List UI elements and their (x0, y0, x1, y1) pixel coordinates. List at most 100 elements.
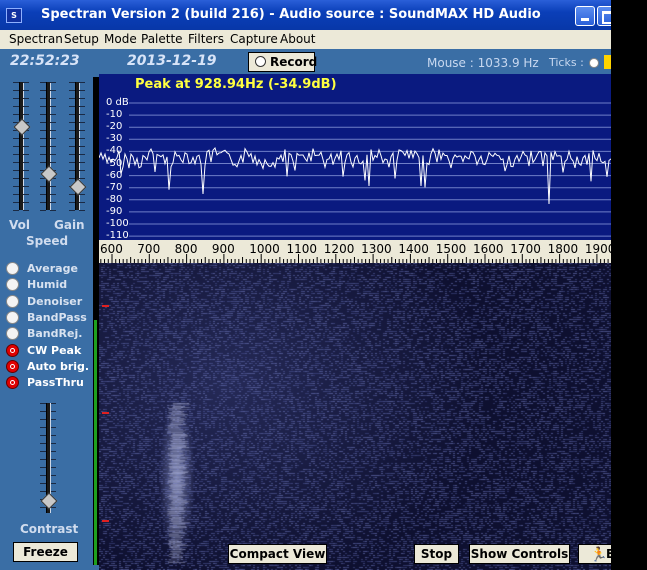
option-radio-icon (6, 294, 19, 308)
slider-tick (40, 138, 46, 139)
slider-tick (69, 122, 75, 123)
frequency-label: 1800 (547, 242, 579, 256)
slider-tick (50, 98, 56, 99)
frequency-label: 900 (211, 242, 235, 256)
slider-tick (23, 146, 29, 147)
slider-tick (69, 146, 75, 147)
slider-tick (50, 202, 56, 203)
slider-tick (50, 146, 56, 147)
compact-view-button[interactable]: Compact View (228, 544, 327, 564)
spectrum-plot[interactable] (99, 74, 611, 242)
waterfall-display[interactable] (99, 263, 611, 570)
frequency-label: 600 (100, 242, 123, 256)
slider-tick (40, 210, 46, 211)
slider-tick (69, 210, 75, 211)
slider-tick (40, 82, 46, 83)
frequency-label: 1500 (435, 242, 467, 256)
db-label: -50 (106, 157, 123, 169)
slider-tick (79, 178, 85, 179)
frequency-label: 1200 (323, 242, 355, 256)
mouse-readout: Mouse : 1033.9 Hz (427, 56, 539, 70)
slider-tick (13, 162, 19, 163)
menu-setup[interactable]: Setup (64, 32, 99, 46)
option-label: PassThru (27, 376, 84, 390)
slider-tick (50, 82, 56, 83)
slider-tick (69, 154, 75, 155)
option-radio-icon (6, 278, 19, 292)
frequency-label: 1300 (361, 242, 392, 256)
slider-tick (40, 122, 46, 123)
slider-tick (40, 114, 46, 115)
slider-tick (50, 186, 56, 187)
minimize-button[interactable] (575, 6, 595, 26)
slider-tick (40, 186, 46, 187)
slider-tick (23, 114, 29, 115)
slider-tick (50, 154, 56, 155)
slider-tick (23, 98, 29, 99)
window-title: Spectran Version 2 (build 216) - Audio s… (41, 7, 541, 22)
menu-spectran[interactable]: Spectran (9, 32, 63, 46)
slider-tick (13, 98, 19, 99)
db-label: -40 (106, 145, 123, 157)
slider-tick (79, 170, 85, 171)
peak-readout: Peak at 928.94Hz (-34.9dB) (135, 77, 337, 92)
db-label: -90 (106, 205, 123, 217)
gain-label: Gain (54, 218, 85, 232)
menu-palette[interactable]: Palette (141, 32, 183, 46)
ticks-radio[interactable] (589, 58, 599, 68)
db-label: -100 (106, 218, 129, 229)
record-button[interactable]: Record (248, 52, 317, 72)
show-controls-button[interactable]: Show Controls (469, 544, 570, 564)
spectran-app-icon[interactable]: S (6, 8, 22, 23)
ticks-indicator (604, 55, 611, 69)
desktop-background (611, 0, 647, 570)
slider-tick (23, 106, 29, 107)
slider-tick (79, 154, 85, 155)
frequency-label: 1000 (249, 242, 280, 256)
db-label: -20 (106, 121, 123, 133)
menu-capture[interactable]: Capture (230, 32, 278, 46)
slider-tick (50, 210, 56, 211)
freeze-button[interactable]: Freeze (13, 542, 78, 562)
slider-tick (50, 90, 56, 91)
slider-tick (69, 162, 75, 163)
slider-tick (13, 106, 19, 107)
db-label: -70 (106, 181, 123, 193)
ticks-label: Ticks : (549, 56, 584, 69)
slider-tick (23, 178, 29, 179)
slider-tick (79, 122, 85, 123)
time-marker (102, 520, 109, 522)
slider-tick (40, 90, 46, 91)
record-circle-icon (255, 56, 266, 67)
slider-tick (13, 154, 19, 155)
frequency-label: 1700 (510, 242, 541, 256)
menu-filters[interactable]: Filters (188, 32, 224, 46)
slider-tick (23, 170, 29, 171)
slider-tick (79, 138, 85, 139)
slider-tick (50, 194, 56, 195)
contrast-label: Contrast (20, 522, 79, 536)
maximize-button[interactable] (597, 6, 611, 26)
stop-button[interactable]: Stop (414, 544, 459, 564)
option-label: Humid (27, 278, 68, 292)
frequency-label: 1900 (584, 242, 611, 256)
level-meter (94, 320, 97, 565)
time-marker (102, 412, 109, 414)
slider-tick (50, 114, 56, 115)
slider-tick (50, 162, 56, 163)
slider-tick (13, 146, 19, 147)
option-radio-icon (6, 262, 19, 275)
slider-tick (40, 162, 46, 163)
menu-bar: Spectran Setup Mode Palette Filters Capt… (0, 30, 611, 49)
slider-tick (40, 202, 46, 203)
clock: 22:52:23 (10, 53, 80, 69)
slider-tick (13, 186, 19, 187)
frequency-axis: 600 700 800 900 1000 1100 1200 1300 1400 1500 1600… (99, 240, 611, 263)
menu-mode[interactable]: Mode (104, 32, 137, 46)
title-bar[interactable]: S Spectran Version 2 (build 216) - Audio… (0, 0, 611, 30)
menu-about[interactable]: About (280, 32, 315, 46)
slider-tick (79, 162, 85, 163)
option-radio-icon (6, 343, 19, 357)
slider-tick (79, 82, 85, 83)
frequency-label: 700 (137, 242, 161, 256)
